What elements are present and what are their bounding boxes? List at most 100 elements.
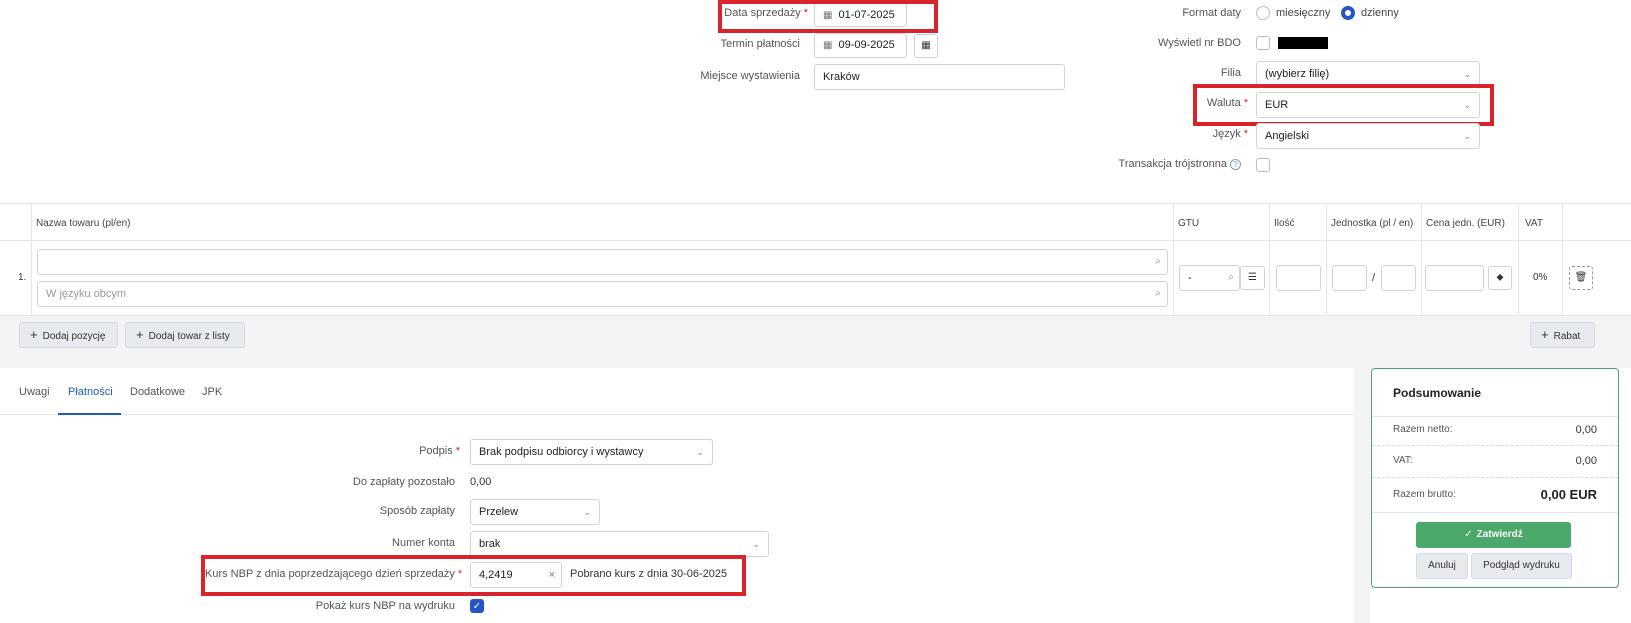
delete-row-button[interactable]: 🗑 <box>1569 266 1593 290</box>
brutto-value: 0,00 EUR <box>1540 487 1597 502</box>
required-marker: * <box>1243 128 1248 140</box>
calendar-picker-button[interactable]: ▦ <box>914 34 938 58</box>
language-label: Język * <box>1212 128 1248 140</box>
col-divider <box>1326 203 1327 315</box>
col-name-header: Nazwa towaru (pl/en) <box>36 218 131 229</box>
payment-method-select[interactable]: Przelew ⌄ <box>470 499 600 525</box>
tab-jpk[interactable]: JPK <box>202 386 222 398</box>
trash-icon: 🗑 <box>1574 272 1588 283</box>
language-select[interactable]: Angielski ⌄ <box>1256 123 1480 149</box>
payment-due-label: Termin płatności <box>720 38 800 50</box>
col-divider <box>1173 203 1174 315</box>
col-divider <box>1562 203 1563 315</box>
chevron-down-icon: ⌄ <box>696 447 704 457</box>
help-icon[interactable]: ? <box>1230 159 1241 170</box>
qty-input[interactable] <box>1276 265 1321 291</box>
unit-separator: / <box>1372 272 1376 284</box>
print-preview-button[interactable]: Podgląd wydruku <box>1471 553 1572 579</box>
bdo-label: Wyświetl nr BDO <box>1157 37 1241 49</box>
summary-divider <box>1372 445 1618 446</box>
tab-uwagi[interactable]: Uwagi <box>19 386 50 398</box>
remaining-value: 0,00 <box>470 476 492 488</box>
tabs-border <box>0 414 1354 415</box>
payment-due-input[interactable]: ▦ 09-09-2025 <box>814 33 907 58</box>
item-name-input[interactable]: ⌕ <box>37 249 1168 275</box>
gtu-list-button[interactable]: ☰ <box>1240 266 1265 290</box>
check-icon: ✓ <box>1464 529 1473 540</box>
col-unit-header: Jednostka (pl / en) <box>1331 218 1414 229</box>
bdo-number-redacted <box>1278 37 1328 49</box>
account-number-select[interactable]: brak ⌄ <box>470 531 769 557</box>
discount-button[interactable]: + Rabat <box>1530 322 1595 348</box>
account-number-label: Numer konta <box>392 537 455 549</box>
summary-divider <box>1372 477 1618 478</box>
table-top-border <box>0 203 1631 204</box>
required-marker: * <box>455 445 460 457</box>
summary-vat-row: VAT: 0,00 <box>1371 455 1619 471</box>
chevron-down-icon: ⌄ <box>583 507 591 517</box>
highlight-box-sale-date <box>718 0 938 33</box>
price-input[interactable] <box>1425 265 1484 291</box>
signature-select[interactable]: Brak podpisu odbiorcy i wystawcy ⌄ <box>470 439 713 465</box>
confirm-button[interactable]: ✓ Zatwierdź <box>1416 522 1571 548</box>
remaining-label: Do zapłaty pozostało <box>352 476 455 488</box>
add-position-button[interactable]: + Dodaj pozycję <box>19 322 118 348</box>
triangular-checkbox[interactable] <box>1256 158 1270 172</box>
bdo-checkbox[interactable] <box>1256 36 1270 50</box>
summary-divider <box>1372 512 1618 513</box>
summary-netto-row: Razem netto: 0,00 <box>1371 424 1619 440</box>
col-divider <box>1421 203 1422 315</box>
gtu-input[interactable]: - ⌕ <box>1179 265 1240 291</box>
plus-icon: + <box>1541 327 1549 342</box>
price-tag-button[interactable]: ⬥ <box>1488 266 1512 290</box>
tab-platnosci[interactable]: Płatności <box>68 386 113 398</box>
search-icon: ⌕ <box>1228 272 1234 283</box>
signature-label: Podpis * <box>419 445 460 457</box>
search-icon: ⌕ <box>1155 288 1161 299</box>
active-tab-indicator <box>58 413 121 415</box>
col-price-header: Cena jedn. (EUR) <box>1426 218 1505 229</box>
unit-pl-input[interactable] <box>1332 265 1367 291</box>
chevron-down-icon: ⌄ <box>752 539 760 549</box>
vat-label: VAT: <box>1393 455 1413 466</box>
show-nbp-checkbox[interactable]: ✓ <box>470 599 484 613</box>
col-divider <box>1518 203 1519 315</box>
radio-daily[interactable] <box>1341 6 1355 20</box>
right-gutter <box>1354 354 1370 623</box>
chevron-down-icon: ⌄ <box>1463 69 1471 79</box>
plus-icon: + <box>136 327 144 342</box>
netto-value: 0,00 <box>1575 424 1597 436</box>
payment-method-label: Sposób zapłaty <box>379 505 455 517</box>
col-divider <box>31 203 32 315</box>
summary-title: Podsumowanie <box>1393 386 1482 400</box>
col-gtu-header: GTU <box>1178 218 1200 229</box>
summary-brutto-row: Razem brutto: 0,00 EUR <box>1371 487 1619 505</box>
cancel-button[interactable]: Anuluj <box>1416 553 1468 579</box>
radio-monthly[interactable] <box>1256 6 1270 20</box>
issue-place-label: Miejsce wystawienia <box>700 70 800 82</box>
netto-label: Razem netto: <box>1393 424 1453 435</box>
highlight-box-currency <box>1193 84 1494 126</box>
branch-label: Filia <box>1220 67 1241 79</box>
tab-dodatkowe[interactable]: Dodatkowe <box>130 386 185 398</box>
header-row-border <box>0 240 1631 241</box>
col-divider <box>1269 203 1270 315</box>
row-number: 1. <box>18 272 27 283</box>
radio-daily-label: dzienny <box>1361 7 1399 19</box>
vat-sum-value: 0,00 <box>1575 455 1597 467</box>
plus-icon: + <box>30 327 38 342</box>
section-gap <box>0 354 1631 368</box>
unit-en-input[interactable] <box>1381 265 1416 291</box>
col-qty-header: Ilość <box>1274 218 1295 229</box>
triangular-label: Transakcja trójstronna ? <box>1080 158 1241 170</box>
add-from-list-button[interactable]: + Dodaj towar z listy <box>125 322 245 348</box>
date-format-label: Format daty <box>1182 7 1241 19</box>
radio-monthly-label: miesięczny <box>1276 7 1331 19</box>
search-icon: ⌕ <box>1155 256 1161 267</box>
chevron-down-icon: ⌄ <box>1463 131 1471 141</box>
vat-value: 0% <box>1533 272 1548 283</box>
item-foreign-name-input[interactable]: W języku obcym ⌕ <box>37 281 1168 307</box>
col-vat-header: VAT <box>1525 218 1543 229</box>
calendar-icon: ▦ <box>823 40 833 51</box>
issue-place-input[interactable]: Kraków <box>814 64 1065 90</box>
